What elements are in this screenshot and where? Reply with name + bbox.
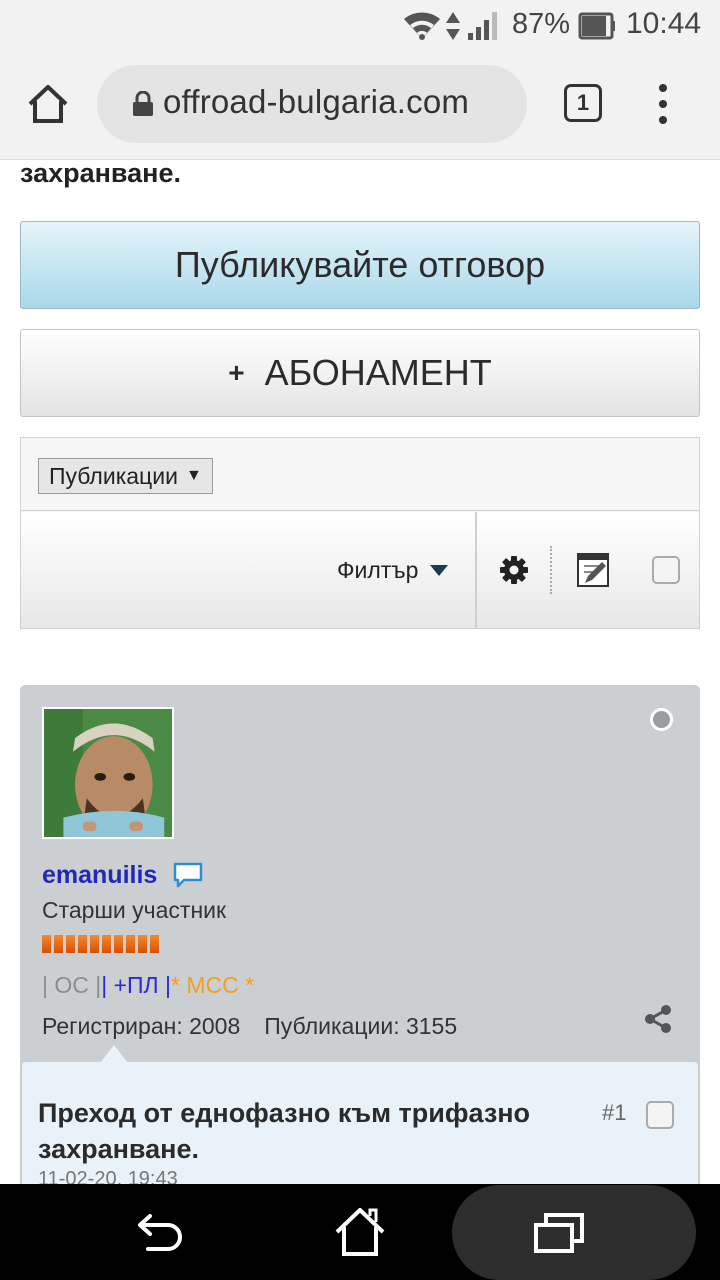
share-icon[interactable] bbox=[644, 1005, 672, 1033]
select-all-checkbox[interactable] bbox=[652, 556, 680, 584]
user-rank-title: Старши участник bbox=[42, 897, 227, 923]
signature-part-2: | +ПЛ | bbox=[101, 972, 172, 998]
signature-part-1: | ОС | bbox=[42, 972, 102, 998]
registered-date: Регистриран: 2008 bbox=[42, 1013, 241, 1039]
dotted-divider bbox=[550, 546, 552, 594]
moderate-edit-icon[interactable] bbox=[576, 552, 610, 588]
recent-apps-icon[interactable] bbox=[532, 1211, 586, 1255]
toolbar-top-row: Публикации ▼ bbox=[21, 438, 699, 511]
posts-view-select[interactable]: Публикации ▼ bbox=[38, 458, 213, 494]
chat-bubble-icon[interactable] bbox=[172, 861, 204, 889]
posts-select-label: Публикации bbox=[49, 462, 178, 489]
lock-icon bbox=[133, 91, 153, 116]
overflow-menu-icon[interactable] bbox=[652, 84, 674, 124]
toolbar-divider bbox=[475, 512, 477, 628]
subscribe-button[interactable]: + АБОНАМЕНТ bbox=[20, 329, 700, 417]
url-text: offroad-bulgaria.com bbox=[163, 83, 470, 120]
user-avatar[interactable] bbox=[42, 707, 174, 839]
filter-label: Филтър bbox=[337, 557, 419, 583]
data-transfer-icon bbox=[446, 12, 460, 40]
signature-part-3: * МСС * bbox=[171, 972, 255, 998]
address-bar[interactable]: offroad-bulgaria.com bbox=[97, 65, 527, 143]
post-card: emanuilis Старши участник | ОС || +ПЛ |*… bbox=[20, 685, 700, 1184]
filter-dropdown[interactable]: Филтър bbox=[337, 557, 449, 584]
post-title: Преход от еднофазно към трифазно захранв… bbox=[38, 1098, 531, 1164]
cell-signal-icon bbox=[468, 12, 497, 40]
post-date: 11-02-20, 19:43 bbox=[38, 1168, 178, 1184]
page-content: захранване. Публикувайте отговор + АБОНА… bbox=[0, 160, 720, 1184]
home-icon[interactable] bbox=[24, 80, 72, 128]
home-nav-icon[interactable] bbox=[333, 1206, 387, 1258]
subscribe-label: АБОНАМЕНТ bbox=[264, 352, 492, 393]
post-body: Преход от еднофазно към трифазно захранв… bbox=[22, 1045, 698, 1184]
battery-percent: 87% bbox=[512, 7, 571, 40]
reputation-bar bbox=[42, 935, 159, 953]
online-status-indicator bbox=[650, 708, 673, 731]
plus-icon: + bbox=[228, 357, 245, 388]
tab-switcher-button[interactable]: 1 bbox=[564, 84, 602, 122]
back-icon[interactable] bbox=[134, 1210, 186, 1256]
clock: 10:44 bbox=[626, 7, 702, 40]
username-link[interactable]: emanuilis bbox=[42, 861, 157, 890]
toolbar-bottom-row: Филтър bbox=[21, 512, 699, 628]
thread-title-fragment: захранване. bbox=[20, 160, 181, 188]
thread-toolbar: Публикации ▼ Филтър bbox=[20, 437, 700, 629]
screen: 87% 10:44 offroad-bulgaria.com 1 захранв… bbox=[0, 0, 720, 1280]
post-pointer bbox=[100, 1045, 128, 1063]
user-stats: Регистриран: 2008 Публикации: 3155 bbox=[42, 1013, 457, 1040]
posts-count: Публикации: 3155 bbox=[264, 1013, 458, 1039]
post-select-checkbox[interactable] bbox=[646, 1101, 674, 1129]
battery-icon bbox=[578, 12, 615, 40]
caret-down-icon: ▼ bbox=[185, 467, 202, 484]
post-number-link[interactable]: #1 bbox=[602, 1100, 626, 1126]
user-signature: | ОС || +ПЛ |* МСС * bbox=[42, 972, 254, 999]
triangle-down-icon bbox=[430, 565, 449, 576]
post-reply-button[interactable]: Публикувайте отговор bbox=[20, 221, 700, 309]
wifi-icon bbox=[404, 12, 440, 40]
status-bar: 87% 10:44 bbox=[0, 0, 720, 50]
gear-icon[interactable] bbox=[499, 555, 529, 585]
navigation-bar bbox=[0, 1184, 720, 1280]
browser-toolbar: offroad-bulgaria.com 1 bbox=[0, 50, 720, 160]
